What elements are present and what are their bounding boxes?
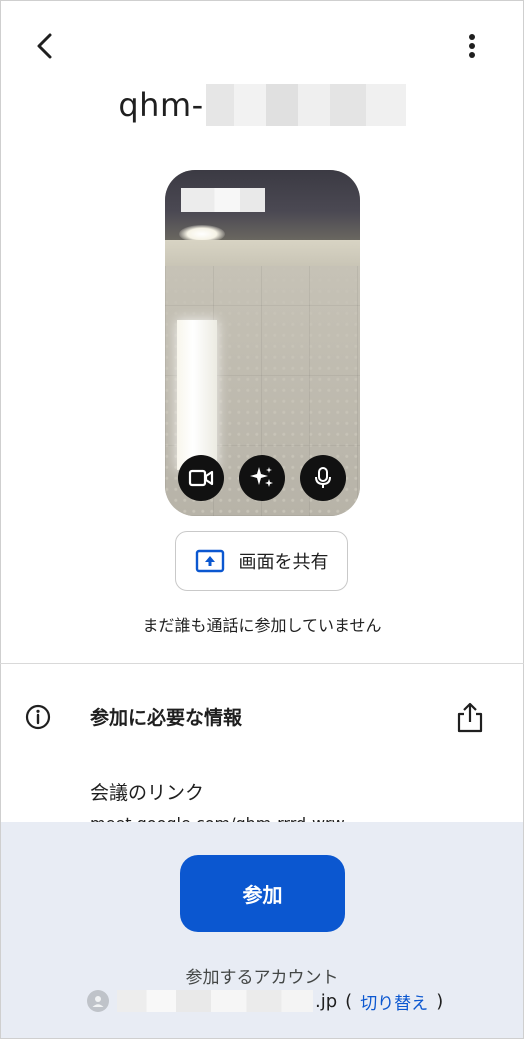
email-domain-suffix: .jp [315,990,338,1012]
meeting-link-label: 会議のリンク [90,782,205,804]
account-circle-icon [92,996,104,1007]
preview-beam [165,240,360,266]
share-screen-label: 画面を共有 [238,552,329,573]
meeting-title-row: qhm- [0,80,524,130]
camera-preview [165,170,360,516]
join-panel: 参加 参加するアカウント .jp ( 切り替え) [1,822,523,1038]
more-options-button[interactable] [452,26,492,66]
share-screen-button[interactable]: 画面を共有 [175,531,348,591]
redacted-name-tag [181,188,265,212]
share-info-button[interactable] [454,700,486,734]
meeting-code: qhm- [118,86,204,124]
info-icon [25,704,51,730]
preview-window [177,320,217,470]
section-divider [0,663,524,664]
joining-info-heading: 参加に必要な情報 [90,707,243,729]
effects-button[interactable] [239,455,285,501]
join-button[interactable]: 参加 [180,855,345,932]
more-vert-icon [469,34,475,58]
mic-icon [315,467,331,488]
account-row: .jp ( 切り替え) [87,987,443,1015]
switch-close-paren: ) [436,990,444,1012]
present-to-all-icon [195,549,224,573]
account-label: 参加するアカウント [185,968,339,988]
redacted-email [117,990,313,1012]
share-upload-icon [457,702,483,733]
sparkle-icon [250,467,273,487]
videocam-icon [188,469,214,487]
switch-open-paren: ( [345,990,353,1012]
back-button[interactable] [24,26,64,66]
video-toggle-button[interactable] [178,455,224,501]
arrow-back-icon [37,33,52,59]
redacted-meeting-code [205,84,406,126]
mic-toggle-button[interactable] [300,455,346,501]
switch-account-link[interactable]: 切り替え [360,989,428,1014]
avatar [87,990,109,1012]
participants-status: まだ誰も通話に参加していません [142,616,382,635]
